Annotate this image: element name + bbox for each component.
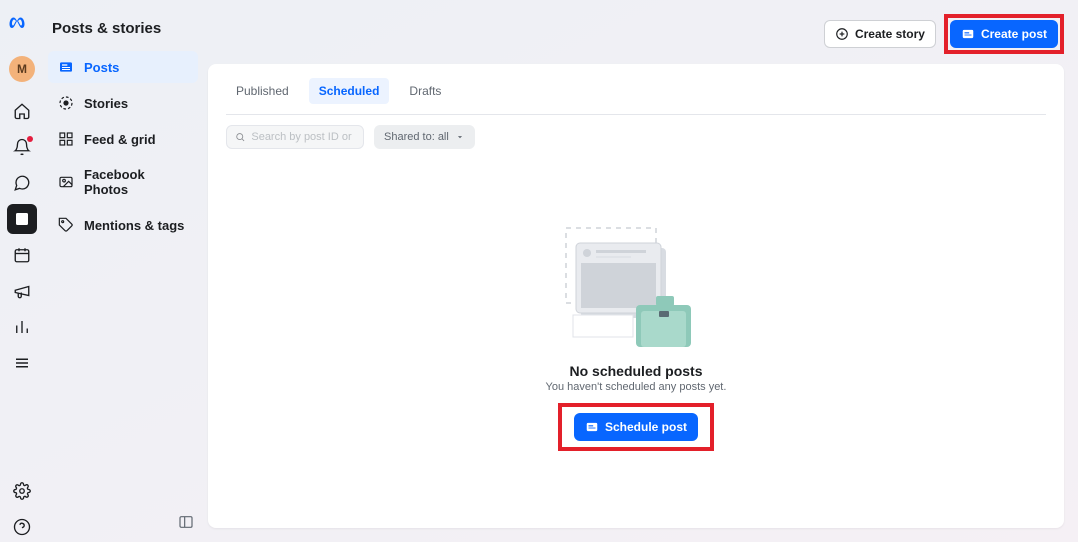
stories-icon <box>58 95 74 111</box>
search-icon <box>235 131 245 143</box>
empty-title: No scheduled posts <box>569 363 702 379</box>
shared-to-filter[interactable]: Shared to: all <box>374 125 475 149</box>
filters: Shared to: all <box>226 125 1046 149</box>
create-story-label: Create story <box>855 27 925 41</box>
tab-drafts[interactable]: Drafts <box>399 78 451 104</box>
rail-planner[interactable] <box>7 240 37 270</box>
posts-icon <box>58 59 74 75</box>
sidebar-item-stories[interactable]: Stories <box>48 87 198 119</box>
avatar[interactable]: M <box>9 56 35 82</box>
rail-menu[interactable] <box>7 348 37 378</box>
rail-notifications[interactable] <box>7 132 37 162</box>
collapse-sidebar-icon[interactable] <box>178 514 194 530</box>
empty-state: No scheduled posts You haven't scheduled… <box>226 159 1046 514</box>
topbar: Create story Create post <box>208 10 1064 64</box>
rail-home[interactable] <box>7 96 37 126</box>
create-post-highlight: Create post <box>944 14 1064 54</box>
sidebar-item-label: Feed & grid <box>84 132 156 147</box>
sidebar-item-posts[interactable]: Posts <box>48 51 198 83</box>
grid-icon <box>58 131 74 147</box>
sidebar-item-photos[interactable]: Facebook Photos <box>48 159 198 205</box>
sidebar-item-label: Stories <box>84 96 128 111</box>
rail-help[interactable] <box>7 512 37 542</box>
shared-to-label: Shared to: all <box>384 131 449 143</box>
rail-settings[interactable] <box>7 476 37 506</box>
rail-messages[interactable] <box>7 168 37 198</box>
schedule-post-label: Schedule post <box>605 420 687 434</box>
main: Create story Create post Published Sched… <box>206 0 1078 542</box>
plus-circle-icon <box>835 27 849 41</box>
sidebar-item-label: Posts <box>84 60 119 75</box>
search-input[interactable] <box>251 131 355 143</box>
rail-insights[interactable] <box>7 312 37 342</box>
page-title: Posts & stories <box>48 12 198 51</box>
sidebar-item-label: Mentions & tags <box>84 218 184 233</box>
sidebar: Posts & stories Posts Stories Feed & gri… <box>44 0 206 542</box>
nav-rail: M <box>0 0 44 542</box>
search-box[interactable] <box>226 125 364 149</box>
rail-content[interactable] <box>7 204 37 234</box>
post-icon <box>961 27 975 41</box>
schedule-post-highlight: Schedule post <box>558 403 714 451</box>
meta-logo <box>8 14 36 42</box>
rail-ads[interactable] <box>7 276 37 306</box>
create-post-label: Create post <box>981 27 1047 41</box>
divider <box>226 114 1046 115</box>
chevron-down-icon <box>455 132 465 142</box>
sidebar-item-label: Facebook Photos <box>84 167 188 197</box>
tab-published[interactable]: Published <box>226 78 299 104</box>
create-story-button[interactable]: Create story <box>824 20 936 48</box>
sidebar-item-feed[interactable]: Feed & grid <box>48 123 198 155</box>
sidebar-item-mentions[interactable]: Mentions & tags <box>48 209 198 241</box>
post-icon <box>585 420 599 434</box>
tabs: Published Scheduled Drafts <box>226 78 1046 104</box>
tag-icon <box>58 217 74 233</box>
schedule-post-button[interactable]: Schedule post <box>574 413 698 441</box>
content-card: Published Scheduled Drafts Shared to: al… <box>208 64 1064 528</box>
empty-illustration-icon <box>561 223 711 353</box>
create-post-button[interactable]: Create post <box>950 20 1058 48</box>
photos-icon <box>58 174 74 190</box>
tab-scheduled[interactable]: Scheduled <box>309 78 390 104</box>
empty-subtitle: You haven't scheduled any posts yet. <box>546 381 727 393</box>
